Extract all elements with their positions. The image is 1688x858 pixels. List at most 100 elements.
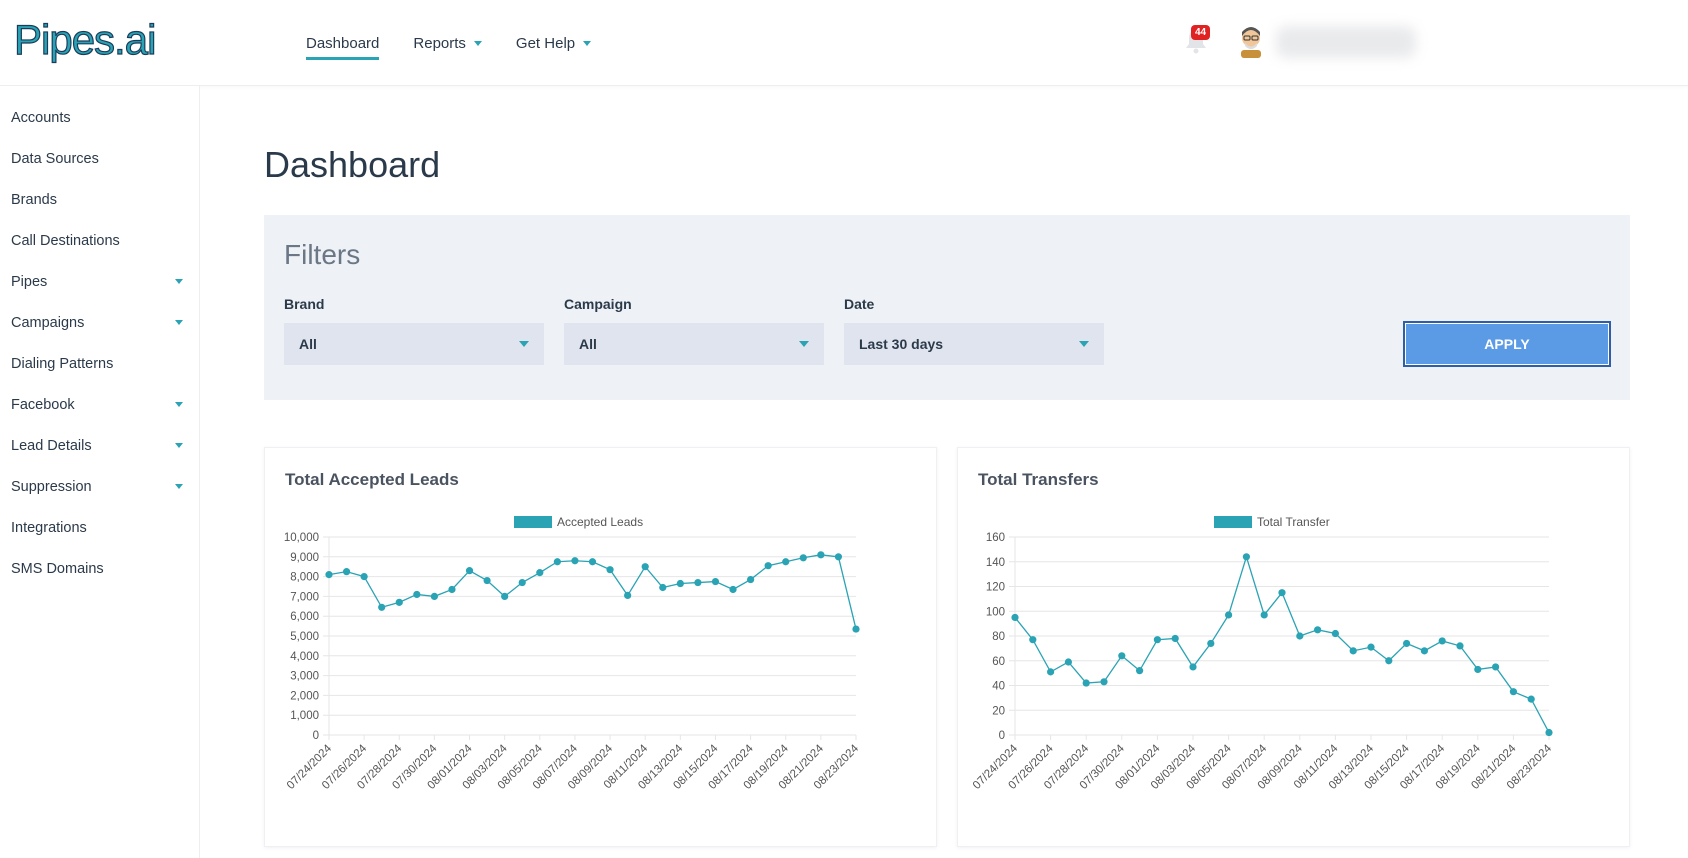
y-tick-label: 6,000 (290, 611, 319, 623)
legend-label: Accepted Leads (557, 515, 643, 529)
sidebar-item-label: Data Sources (11, 150, 99, 167)
sidebar-item-label: Lead Details (11, 437, 92, 454)
campaign-select[interactable]: All (564, 323, 824, 365)
y-tick-label: 80 (992, 631, 1005, 643)
sidebar-item-data-sources[interactable]: Data Sources (0, 138, 199, 179)
sidebar-item-pipes[interactable]: Pipes (0, 261, 199, 302)
sidebar-item-label: Call Destinations (11, 232, 120, 249)
brand-label: Brand (284, 296, 325, 312)
data-point (782, 558, 790, 566)
data-point (1367, 643, 1375, 651)
sidebar-item-call-destinations[interactable]: Call Destinations (0, 220, 199, 261)
filters-title: Filters (284, 239, 361, 270)
total-transfers-chart: Total Transfer02040608010012014016007/24… (971, 515, 1555, 792)
accepted-leads-card: Total Accepted Leads Accepted Leads 0 1,00… (264, 447, 937, 847)
sidebar: Accounts Data Sources Brands Call Destinati… (0, 86, 200, 858)
data-point (465, 567, 474, 575)
sidebar-item-integrations[interactable]: Integrations (0, 507, 199, 548)
nav-reports[interactable]: Reports (413, 0, 482, 86)
y-tick-label: 8,000 (290, 572, 319, 584)
main-content: Dashboard Filters Brand All Campaign All… (200, 86, 1688, 858)
chevron-down-icon (175, 279, 183, 284)
data-point (1011, 613, 1019, 622)
sidebar-item-label: Facebook (11, 396, 75, 413)
data-point (1456, 642, 1464, 650)
sidebar-item-facebook[interactable]: Facebook (0, 384, 199, 425)
data-point (676, 579, 684, 588)
chevron-down-icon (175, 484, 183, 489)
y-tick-label: 1,000 (290, 710, 319, 722)
user-name-blurred[interactable] (1276, 26, 1416, 58)
y-tick-label: 140 (986, 557, 1005, 569)
nav-dashboard[interactable]: Dashboard (306, 0, 380, 86)
data-point (1420, 647, 1428, 655)
data-point (1527, 695, 1535, 703)
sidebar-item-label: Dialing Patterns (11, 355, 114, 372)
chevron-down-icon (175, 402, 183, 407)
sidebar-item-label: Brands (11, 191, 57, 208)
sidebar-item-dialing-patterns[interactable]: Dialing Patterns (0, 343, 199, 384)
date-select[interactable]: Last 30 days (844, 323, 1104, 365)
date-select-value: Last 30 days (859, 336, 944, 352)
data-point (1438, 637, 1446, 645)
sidebar-item-label: Campaigns (11, 314, 85, 331)
legend-swatch (514, 516, 552, 528)
sidebar-item-lead-details[interactable]: Lead Details (0, 425, 199, 466)
nav-get-help-label: Get Help (515, 34, 576, 52)
notification-badge: 44 (1191, 25, 1211, 40)
data-point (624, 591, 632, 600)
date-label: Date (844, 296, 875, 312)
pipes-ai-logo[interactable]: Pipes.ai (14, 14, 179, 66)
data-point (711, 577, 720, 586)
y-tick-label: 20 (992, 705, 1005, 717)
sidebar-item-campaigns[interactable]: Campaigns (0, 302, 199, 343)
data-point (1296, 632, 1304, 640)
data-point (659, 583, 667, 592)
data-point (1118, 652, 1126, 660)
chevron-down-icon (175, 443, 183, 448)
main-nav: Dashboard Reports Get Help (306, 0, 592, 86)
nav-get-help[interactable]: Get Help (515, 0, 592, 86)
y-tick-label: 120 (986, 582, 1005, 594)
data-point (1385, 657, 1393, 665)
data-point (1100, 678, 1108, 686)
y-tick-label: 40 (992, 681, 1005, 693)
chevron-down-icon (519, 341, 529, 347)
chevron-down-icon (583, 40, 592, 46)
data-point (413, 590, 421, 599)
data-point (1171, 634, 1179, 643)
sidebar-item-label: Suppression (11, 478, 92, 495)
top-navbar: Pipes.ai Dashboard Reports Get Help 44 (0, 0, 1688, 86)
data-point (483, 576, 491, 585)
sidebar-item-sms-domains[interactable]: SMS Domains (0, 548, 199, 589)
sidebar-item-label: Pipes (11, 273, 48, 290)
total-transfers-card: Total Transfers Total Transfer 0 20 40 60 80 1… (957, 447, 1630, 847)
series-line (1014, 554, 1550, 733)
legend-swatch (1214, 516, 1252, 528)
avatar-icon[interactable] (1238, 24, 1264, 58)
nav-reports-label: Reports (413, 34, 466, 52)
apply-button[interactable]: APPLY (1403, 321, 1611, 367)
data-point (1403, 639, 1411, 648)
data-point (747, 575, 755, 584)
data-point (588, 558, 597, 566)
data-point (1260, 611, 1268, 619)
sidebar-item-suppression[interactable]: Suppression (0, 466, 199, 507)
chevron-down-icon (473, 40, 482, 46)
page-title: Dashboard (264, 144, 441, 185)
sidebar-item-brands[interactable]: Brands (0, 179, 199, 220)
data-point (342, 568, 351, 576)
data-point (1136, 667, 1144, 675)
data-point (1029, 636, 1037, 644)
campaign-select-value: All (579, 336, 597, 352)
y-tick-label: 0 (999, 730, 1005, 742)
brand-select[interactable]: All (284, 323, 544, 365)
chevron-down-icon (175, 320, 183, 325)
sidebar-item-accounts[interactable]: Accounts (0, 97, 199, 138)
data-point (1278, 589, 1286, 597)
data-point (1242, 553, 1250, 561)
y-tick-label: 3,000 (290, 671, 319, 683)
y-tick-label: 9,000 (290, 552, 319, 564)
brand-select-value: All (299, 336, 317, 352)
data-point (430, 592, 438, 600)
